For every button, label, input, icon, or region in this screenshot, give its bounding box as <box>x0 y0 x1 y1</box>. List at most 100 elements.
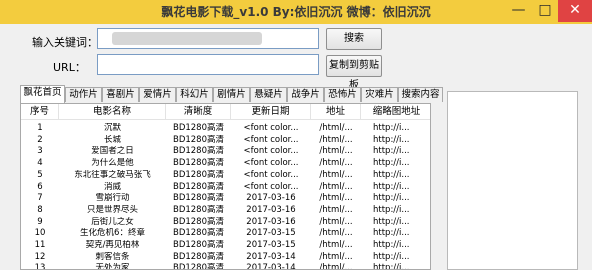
table-cell: 8 <box>37 204 43 215</box>
table-cell: http://i... <box>373 251 410 262</box>
table-cell: 12 <box>34 251 46 262</box>
column-header-quality[interactable]: 清晰度 <box>166 104 231 120</box>
table-cell: 沉默 <box>103 123 121 133</box>
table-row[interactable]: 2 长城 BD1280高清 <font color... /html/... http:/… <box>21 134 430 146</box>
table-cell: <font color... <box>243 169 299 180</box>
table-cell: /html/... <box>319 181 353 192</box>
table-cell: /html/... <box>319 146 353 157</box>
table-cell: 2 <box>37 134 43 145</box>
table-row[interactable]: 11 契克/再见柏林 BD1280高清 2017-03-15/html/... http… <box>21 240 430 251</box>
table-row[interactable]: 10 生化危机6：终章 BD1280高清 2017-03-15/html/... htt… <box>21 228 430 239</box>
table-cell: 13 <box>34 263 46 270</box>
tab-action[interactable]: 动作片 <box>65 87 102 102</box>
table-cell: 为什么是他 <box>91 158 134 169</box>
app-window: 飘花电影下载_v1.0 By:依旧沉沉 微博：依旧沉沉 — □ ✕ 输入关键词：… <box>0 0 592 270</box>
table-cell: 雪崩行动 <box>95 193 130 204</box>
table-cell: 4 <box>37 158 43 169</box>
copy-to-clipboard-button[interactable]: 复制到剪贴板 <box>326 55 382 91</box>
table-cell: <font color... <box>243 158 299 169</box>
table-cell: BD1280高清 <box>172 146 224 157</box>
table-row[interactable]: 6 消威 BD1280高清 <font color... /html/... http:/… <box>21 181 430 193</box>
maximize-icon[interactable]: □ <box>532 0 558 22</box>
table-cell: BD1280高清 <box>172 204 224 215</box>
table-row[interactable]: 3 爱国者之日 BD1280高清 <font color... /html/... htt… <box>21 146 430 157</box>
keyword-input[interactable] <box>97 28 319 49</box>
table-cell: http://i... <box>373 193 410 204</box>
table-cell: http://i... <box>373 123 410 133</box>
table-cell: <font color... <box>243 123 299 133</box>
tab-home[interactable]: 飘花首页 <box>20 85 65 103</box>
table-cell: BD1280高清 <box>172 169 224 180</box>
table-row[interactable]: 9 后街儿之女 BD1280高清 2017-03-16/html/... http://… <box>21 216 430 228</box>
table-cell: 5 <box>37 169 43 180</box>
table-cell: /html/... <box>319 240 353 250</box>
thumbnail-preview-panel <box>447 91 578 270</box>
table-row[interactable]: 12 刺客信条 BD1280高清 2017-03-14/html/... http://… <box>21 251 430 263</box>
table-row[interactable]: 1 沉默 BD1280高清 <font color... /html/... http:/… <box>21 123 430 134</box>
table-cell: 2017-03-14 <box>246 263 296 270</box>
table-cell: /html/... <box>319 134 353 145</box>
title-bar[interactable]: 飘花电影下载_v1.0 By:依旧沉沉 微博：依旧沉沉 — □ ✕ <box>0 0 592 24</box>
column-header-title[interactable]: 电影名称 <box>59 104 166 120</box>
tab-thriller[interactable]: 悬疑片 <box>250 87 287 102</box>
keyword-redacted <box>112 32 262 45</box>
table-cell: BD1280高清 <box>172 228 224 239</box>
table-cell: /html/... <box>319 169 353 180</box>
table-cell: 10 <box>34 228 46 239</box>
table-cell: 爱国者之日 <box>91 146 134 157</box>
table-cell: BD1280高清 <box>172 181 224 192</box>
table-cell: 2017-03-15 <box>246 240 296 250</box>
window-body: 输入关键词： 搜索 URL： 复制到剪贴板 飘花首页 动作片 喜剧片 爱情片 科… <box>0 24 592 270</box>
table-cell: 无处为家 <box>95 263 130 270</box>
table-cell: 契克/再见柏林 <box>85 240 140 250</box>
keyword-label: 输入关键词： <box>32 36 98 49</box>
table-cell: /html/... <box>319 158 353 169</box>
table-cell: /html/... <box>319 216 353 227</box>
table-row[interactable]: 5 东北往事之破马张飞 BD1280高清 <font color... /html/..… <box>21 169 430 181</box>
tab-disaster[interactable]: 灾难片 <box>361 87 398 102</box>
table-cell: 2017-03-15 <box>246 228 296 239</box>
column-header-updated[interactable]: 更新日期 <box>231 104 311 120</box>
table-cell: <font color... <box>243 146 299 157</box>
tab-war[interactable]: 战争片 <box>287 87 324 102</box>
close-icon[interactable]: ✕ <box>558 0 592 22</box>
table-cell: http://i... <box>373 240 410 250</box>
table-cell: 2017-03-16 <box>246 216 296 227</box>
tab-romance[interactable]: 爱情片 <box>139 87 176 102</box>
table-row[interactable]: 4 为什么是他 BD1280高清 <font color... /html/... htt… <box>21 158 430 169</box>
table-row[interactable]: 8 只是世界尽头 BD1280高清 2017-03-16/html/... http:/… <box>21 204 430 216</box>
table-cell: http://i... <box>373 216 410 227</box>
table-row[interactable]: 13 无处为家 BD1280高清 2017-03-14/html/... http://… <box>21 263 430 270</box>
tab-horror[interactable]: 恐怖片 <box>324 87 361 102</box>
table-cell: http://i... <box>373 228 410 239</box>
table-cell: http://i... <box>373 204 410 215</box>
table-cell: 生化危机6：终章 <box>80 228 145 239</box>
column-header-thumbnail[interactable]: 缩略图地址 <box>361 104 430 120</box>
table-cell: 7 <box>37 193 43 204</box>
table-cell: 11 <box>34 240 46 250</box>
table-cell: 消威 <box>103 181 121 192</box>
table-cell: /html/... <box>319 193 353 204</box>
window-title: 飘花电影下载_v1.0 By:依旧沉沉 微博：依旧沉沉 <box>161 5 431 19</box>
table-cell: http://i... <box>373 146 410 157</box>
tab-scifi[interactable]: 科幻片 <box>176 87 213 102</box>
tab-comedy[interactable]: 喜剧片 <box>102 87 139 102</box>
table-row[interactable]: 7 雪崩行动 BD1280高清 2017-03-16/html/... http://i… <box>21 193 430 204</box>
search-button[interactable]: 搜索 <box>326 28 382 50</box>
table-cell: <font color... <box>243 181 299 192</box>
table-cell: /html/... <box>319 204 353 215</box>
table-cell: http://i... <box>373 158 410 169</box>
tab-search-results[interactable]: 搜索内容 <box>398 87 443 102</box>
table-cell: /html/... <box>319 251 353 262</box>
url-input[interactable] <box>97 54 319 75</box>
table-cell: BD1280高清 <box>172 240 224 250</box>
column-header-index[interactable]: 序号 <box>21 104 59 120</box>
tab-drama[interactable]: 剧情片 <box>213 87 250 102</box>
table-cell: 6 <box>37 181 43 192</box>
table-cell: /html/... <box>319 123 353 133</box>
minimize-icon[interactable]: — <box>505 0 532 22</box>
column-header-url[interactable]: 地址 <box>311 104 361 120</box>
table-cell: 只是世界尽头 <box>86 204 138 215</box>
movie-list-table[interactable]: 序号 电影名称 清晰度 更新日期 地址 缩略图地址 1 沉默 BD1280高清 <fo… <box>20 103 431 270</box>
table-cell: BD1280高清 <box>172 123 224 133</box>
